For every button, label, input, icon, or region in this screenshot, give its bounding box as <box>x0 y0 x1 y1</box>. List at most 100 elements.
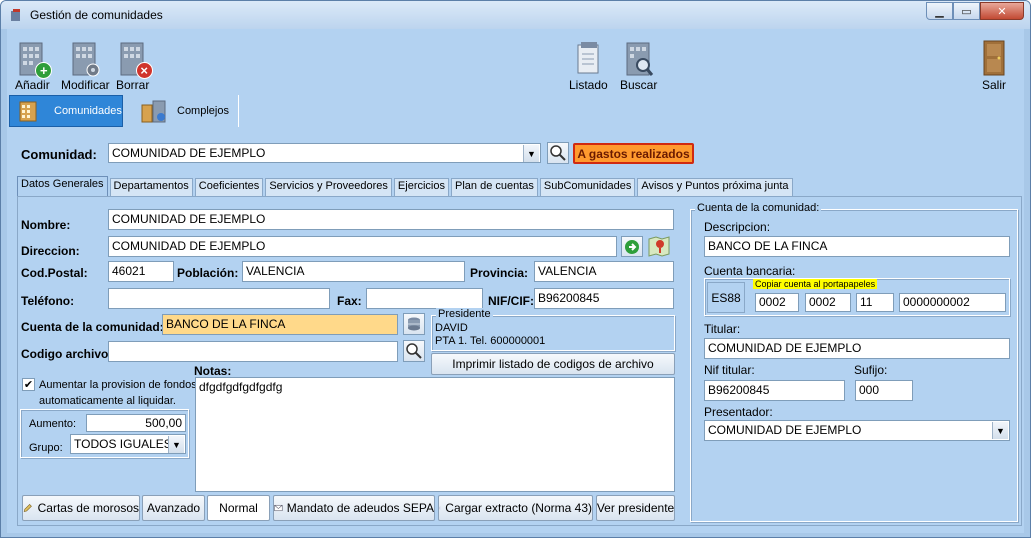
tab-departamentos[interactable]: Departamentos <box>109 178 193 196</box>
window-title: Gestión de comunidades <box>30 8 163 22</box>
expenses-button[interactable]: A gastos realizados <box>573 143 694 164</box>
file-icon <box>439 506 442 510</box>
exit-label: Salir <box>981 78 1006 92</box>
dc-input[interactable]: 11 <box>856 293 894 312</box>
chevron-down-icon: ▼ <box>992 422 1008 439</box>
grupo-label: Grupo: <box>29 442 63 454</box>
pen-icon <box>23 503 32 513</box>
close-button[interactable]: ✕ <box>980 2 1024 20</box>
grupo-dropdown[interactable]: TODOS IGUALES ▼ <box>70 434 186 454</box>
provision-label: Aumentar la provision de fondos <box>39 379 197 391</box>
poblacion-input[interactable]: VALENCIA <box>242 261 465 282</box>
community-label: Comunidad: <box>21 147 97 162</box>
tab-datos-generales[interactable]: Datos Generales <box>17 176 108 196</box>
codigo-search-button[interactable] <box>403 340 425 362</box>
list-button[interactable]: Listado <box>569 39 608 92</box>
community-search-button[interactable] <box>547 142 569 164</box>
mandato-sepa-button[interactable]: Mandato de adeudos SEPA <box>273 495 435 521</box>
numero-input[interactable]: 0000000002 <box>899 293 1006 312</box>
nif-input[interactable]: B96200845 <box>534 288 674 309</box>
provincia-input[interactable]: VALENCIA <box>534 261 674 282</box>
list-label: Listado <box>569 78 608 92</box>
descripcion-label: Descripcion: <box>704 220 771 234</box>
presidente-group: Presidente DAVID PTA 1. Tel. 600000001 <box>431 308 675 351</box>
delete-button[interactable]: × Borrar <box>116 39 153 92</box>
database-icon <box>408 317 420 331</box>
oficina-input[interactable]: 0002 <box>805 293 851 312</box>
direccion-input[interactable]: COMUNIDAD DE EJEMPLO <box>108 236 617 257</box>
magnifier-icon <box>550 145 566 161</box>
print-codes-button[interactable]: Imprimir listado de codigos de archivo <box>431 353 675 375</box>
document-icon <box>573 39 603 77</box>
add-button[interactable]: + Añadir <box>15 39 53 92</box>
tab-subcomunidades[interactable]: SubComunidades <box>539 178 636 196</box>
door-icon <box>979 39 1009 77</box>
cp-input[interactable]: 46021 <box>108 261 174 282</box>
nombre-input[interactable]: COMUNIDAD DE EJEMPLO <box>108 209 674 230</box>
tab-servicios[interactable]: Servicios y Proveedores <box>265 178 392 196</box>
delete-label: Borrar <box>116 78 150 92</box>
modify-label: Modificar <box>61 78 110 92</box>
copy-clipboard-link[interactable]: Copiar cuenta al portapapeles <box>753 279 878 289</box>
presidente-address: PTA 1. Tel. 600000001 <box>435 335 546 347</box>
minimize-button[interactable]: ▁ <box>926 2 953 20</box>
nav-tab-complejos[interactable]: Complejos <box>129 95 239 127</box>
tab-plan-cuentas[interactable]: Plan de cuentas <box>451 178 538 196</box>
building-delete-icon: × <box>118 39 153 79</box>
ver-presidente-button[interactable]: Ver presidente <box>596 495 675 521</box>
titular-input[interactable]: COMUNIDAD DE EJEMPLO <box>704 338 1010 359</box>
tab-ejercicios[interactable]: Ejercicios <box>393 178 449 196</box>
notas-textarea[interactable]: dfgdfgdfgdfgdfg <box>195 377 675 492</box>
search-button[interactable]: Buscar <box>620 39 657 92</box>
tab-avisos[interactable]: Avisos y Puntos próxima junta <box>637 178 793 196</box>
presentador-dropdown[interactable]: COMUNIDAD DE EJEMPLO ▼ <box>704 420 1010 441</box>
tab-coeficientes[interactable]: Coeficientes <box>194 178 264 196</box>
cuenta-label: Cuenta de la comunidad: <box>21 320 164 334</box>
provincia-label: Provincia: <box>470 266 529 280</box>
avanzado-button[interactable]: Avanzado <box>142 495 205 521</box>
nav-tab-comunidades[interactable]: Comunidades <box>9 95 123 127</box>
bancaria-label: Cuenta bancaria: <box>704 264 796 278</box>
nif-label: NIF/CIF: <box>488 294 534 308</box>
buildings-group-icon <box>141 100 166 123</box>
envelope-icon <box>274 504 283 512</box>
presidente-name: DAVID <box>435 322 468 334</box>
provision-checkbox[interactable]: ✔ <box>22 378 35 391</box>
accounts-button[interactable] <box>403 313 425 335</box>
client-area: + Añadir Modificar × Borrar Listado Busc… <box>7 29 1024 533</box>
community-dropdown[interactable]: COMUNIDAD DE EJEMPLO ▼ <box>108 143 541 163</box>
fax-input[interactable] <box>366 288 483 309</box>
descripcion-input[interactable]: BANCO DE LA FINCA <box>704 236 1010 257</box>
fax-label: Fax: <box>337 294 362 308</box>
cartas-morosos-button[interactable]: Cartas de morosos <box>22 495 140 521</box>
direccion-label: Direccion: <box>21 244 80 258</box>
modify-button[interactable]: Modificar <box>61 39 110 92</box>
sufijo-input[interactable]: 000 <box>855 380 913 401</box>
chevron-down-icon: ▼ <box>168 436 184 453</box>
nif-titular-input[interactable]: B96200845 <box>704 380 845 401</box>
entidad-input[interactable]: 0002 <box>755 293 799 312</box>
cartas-label: Cartas de morosos <box>37 501 139 515</box>
nif-titular-label: Nif titular: <box>704 363 755 377</box>
telefono-input[interactable] <box>108 288 330 309</box>
maximize-button[interactable]: ▭ <box>953 2 980 20</box>
exit-button[interactable]: Salir <box>979 39 1009 92</box>
account-title: Cuenta de la comunidad: <box>695 202 822 214</box>
normal-button[interactable]: Normal <box>207 495 270 521</box>
grupo-value: TODOS IGUALES <box>74 437 172 451</box>
presentador-label: Presentador: <box>704 405 773 419</box>
plus-icon: + <box>35 62 53 79</box>
x-icon: × <box>135 62 153 79</box>
poblacion-label: Población: <box>177 266 239 280</box>
map-icon[interactable] <box>647 235 671 257</box>
cargar-extracto-button[interactable]: Cargar extracto (Norma 43) <box>438 495 593 521</box>
presentador-value: COMUNIDAD DE EJEMPLO <box>708 423 862 437</box>
telefono-label: Teléfono: <box>21 294 75 308</box>
nav-tab-label: Comunidades <box>54 105 122 117</box>
search-label: Buscar <box>620 78 658 92</box>
aumento-input[interactable]: 500,00 <box>86 414 186 432</box>
titular-label: Titular: <box>704 322 741 336</box>
cuenta-input[interactable]: BANCO DE LA FINCA <box>162 314 398 335</box>
go-button[interactable] <box>621 236 643 257</box>
codigo-input[interactable] <box>108 341 398 362</box>
